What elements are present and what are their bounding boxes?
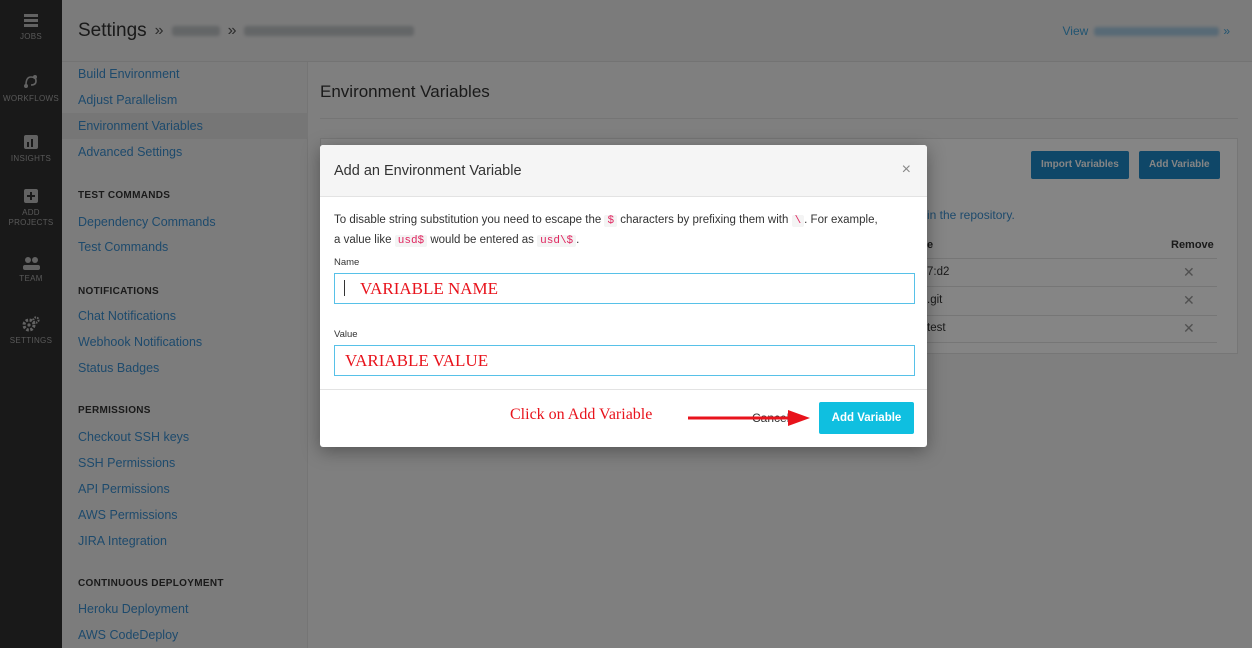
- desc-text: .: [576, 234, 580, 246]
- value-input[interactable]: [334, 345, 915, 376]
- annotation-instruction: Click on Add Variable: [510, 406, 653, 423]
- desc-text: characters by prefixing them with: [620, 214, 789, 226]
- value-field-label: Value: [334, 329, 358, 340]
- add-env-variable-modal: Add an Environment Variable × To disable…: [320, 145, 927, 447]
- code-example-escaped: usd\$: [537, 235, 577, 247]
- name-input[interactable]: [334, 273, 915, 304]
- close-icon[interactable]: ×: [902, 161, 911, 179]
- annotation-arrow-icon: [688, 410, 810, 426]
- code-dollar: $: [604, 215, 618, 227]
- code-example-raw: usd$: [394, 235, 428, 247]
- text-cursor: [344, 280, 345, 296]
- desc-text: . For example,: [804, 214, 878, 226]
- desc-text: would be entered as: [430, 234, 534, 246]
- add-variable-submit-button[interactable]: Add Variable: [819, 402, 914, 434]
- modal-footer-divider: [320, 389, 927, 390]
- modal-header: Add an Environment Variable ×: [320, 145, 927, 197]
- name-field-label: Name: [334, 257, 360, 268]
- modal-description: To disable string substitution you need …: [334, 211, 919, 251]
- desc-text: a value like: [334, 234, 392, 246]
- modal-title: Add an Environment Variable: [334, 163, 522, 179]
- desc-text: To disable string substitution you need …: [334, 214, 602, 226]
- code-backslash: \: [791, 215, 805, 227]
